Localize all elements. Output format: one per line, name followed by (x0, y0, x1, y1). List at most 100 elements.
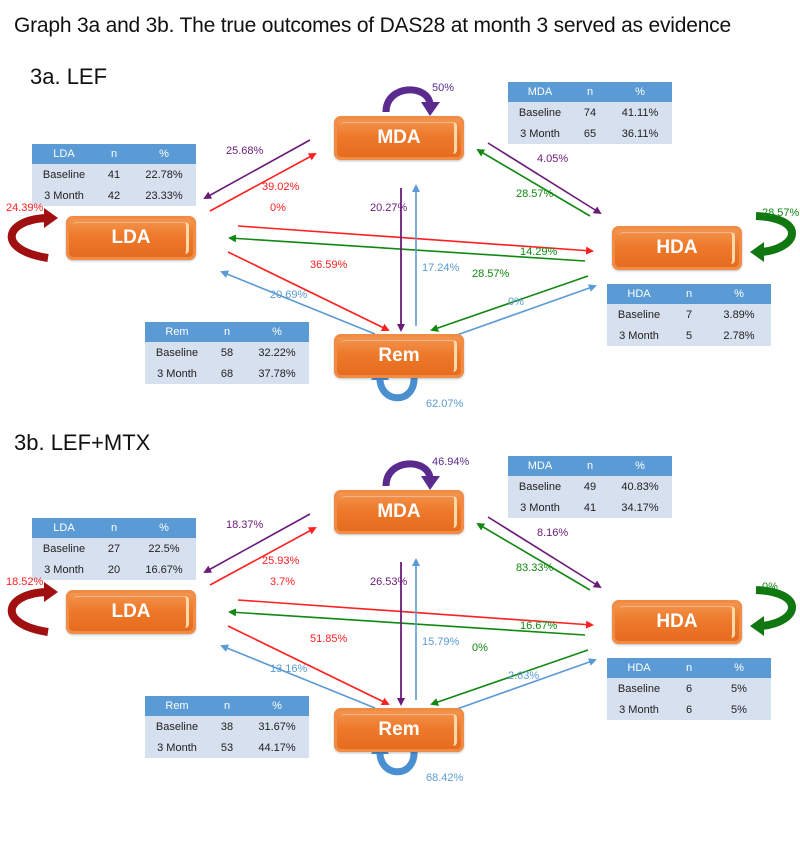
row-label: 3 Month (520, 127, 560, 140)
label-MDA-to-HDA: 4.05% (537, 153, 569, 165)
node-label: MDA (377, 501, 421, 522)
arrow-HDA-to-MDA (476, 148, 591, 217)
row-pct: 16.67% (145, 563, 183, 576)
row-pct: 32.22% (258, 346, 296, 359)
table-header-state: HDA (627, 288, 651, 300)
row-pct: 41.11% (621, 106, 659, 119)
label-HDA-to-Rem: 0% (472, 642, 488, 654)
row-label: 3 Month (44, 563, 84, 576)
self-label-MDA: 46.94% (432, 456, 470, 468)
node-label: MDA (377, 127, 421, 148)
self-loop-LDA-icon (7, 588, 49, 636)
label-LDA-to-MDA: 25.93% (262, 555, 300, 567)
row-label: Baseline (42, 168, 86, 181)
row-label: Baseline (155, 346, 199, 359)
label-HDA-to-MDA: 28.57% (516, 188, 554, 200)
self-label-MDA: 50% (432, 82, 455, 94)
row-pct: 23.33% (145, 189, 183, 202)
label-MDA-to-LDA: 18.37% (226, 519, 264, 531)
node-label: Rem (378, 345, 420, 366)
table-row: 3 Month 65 36.11% (508, 123, 672, 144)
table-header-state: HDA (627, 662, 651, 674)
state-node-MDA: MDA (334, 116, 464, 160)
table-row: 3 Month 41 34.17% (508, 497, 672, 518)
state-node-LDA: LDA (66, 590, 196, 634)
row-pct: 44.17% (258, 741, 296, 754)
label-HDA-to-LDA: 16.67% (520, 620, 558, 632)
row-n: 5 (685, 329, 693, 342)
arrow-Rem-to-HDA (439, 284, 597, 342)
arrow-LDA-to-Rem (227, 625, 390, 705)
table-row: Baseline 49 40.83% (508, 476, 672, 497)
label-Rem-to-MDA: 15.79% (422, 636, 460, 648)
table-LDA: LDA n% Baseline 41 22.78% 3 Month 42 23.33% (32, 144, 196, 206)
row-n: 38 (220, 720, 234, 733)
node-label: HDA (656, 237, 698, 258)
label-MDA-to-LDA: 25.68% (226, 145, 264, 157)
label-HDA-to-Rem: 28.57% (472, 268, 510, 280)
node-label: HDA (656, 611, 698, 632)
table-row: 3 Month 68 37.78% (145, 363, 309, 384)
self-label-Rem: 62.07% (426, 398, 464, 410)
table-header-n: n (685, 662, 693, 674)
table-header-state: LDA (53, 148, 75, 160)
state-node-HDA: HDA (612, 600, 742, 644)
state-node-HDA: HDA (612, 226, 742, 270)
self-loop-LDA-head (44, 208, 58, 228)
table-header-pct: % (272, 326, 282, 338)
label-LDA-to-Rem: 51.85% (310, 633, 348, 645)
row-label: 3 Month (619, 703, 659, 716)
table-header-state: MDA (527, 86, 553, 98)
table-header-n: n (110, 522, 118, 534)
table-row: Baseline 7 3.89% (607, 304, 771, 325)
table-header-n: n (110, 148, 118, 160)
row-n: 74 (583, 106, 597, 119)
state-node-LDA: LDA (66, 216, 196, 260)
row-pct: 37.78% (258, 367, 296, 380)
label-MDA-to-HDA: 8.16% (537, 527, 569, 539)
row-n: 65 (583, 127, 597, 140)
label-Rem-to-HDA: 2.63% (508, 670, 540, 682)
node-label: LDA (111, 601, 151, 622)
table-MDA: MDA n% Baseline 49 40.83% 3 Month 41 34.17% (508, 456, 672, 518)
table-row: 3 Month 6 5% (607, 699, 771, 720)
table-header-n: n (685, 288, 693, 300)
self-loop-HDA-head (750, 242, 764, 262)
row-pct: 36.11% (621, 127, 659, 140)
self-loop-MDA-head (421, 476, 440, 490)
self-loop-MDA-icon (382, 460, 434, 487)
table-row: 3 Month 5 2.78% (607, 325, 771, 346)
table-row: 3 Month 53 44.17% (145, 737, 309, 758)
label-LDA-to-MDA: 39.02% (262, 181, 300, 193)
table-HDA: HDA n% Baseline 6 5% 3 Month 6 5% (607, 658, 771, 720)
row-n: 6 (685, 703, 693, 716)
table-Rem: Rem n% Baseline 38 31.67% 3 Month 53 44.17% (145, 696, 309, 758)
figure-title: Graph 3a and 3b. The true outcomes of DA… (14, 14, 731, 37)
row-label: 3 Month (157, 367, 197, 380)
label-LDA-to-HDA: 0% (270, 202, 286, 214)
label-LDA-to-HDA: 3.7% (270, 576, 296, 588)
table-row: 3 Month 42 23.33% (32, 185, 196, 206)
table-LDA: LDA n% Baseline 27 22.5% 3 Month 20 16.67% (32, 518, 196, 580)
table-MDA: MDA n% Baseline 74 41.11% 3 Month 65 36.11% (508, 82, 672, 144)
table-row: Baseline 27 22.5% (32, 538, 196, 559)
row-n: 27 (107, 542, 121, 555)
arrow-HDA-to-MDA (476, 522, 591, 591)
row-n: 68 (220, 367, 234, 380)
table-header-n: n (223, 326, 231, 338)
arrow-Rem-to-HDA (439, 658, 597, 716)
row-n: 20 (107, 563, 121, 576)
state-node-Rem: Rem (334, 334, 464, 378)
self-label-LDA: 18.52% (6, 576, 44, 588)
label-LDA-to-Rem: 36.59% (310, 259, 348, 271)
self-loop-HDA-head (750, 616, 764, 636)
row-n: 6 (685, 682, 693, 695)
table-row: 3 Month 20 16.67% (32, 559, 196, 580)
label-Rem-to-MDA: 17.24% (422, 262, 460, 274)
row-n: 7 (685, 308, 693, 321)
row-pct: 34.17% (621, 501, 659, 514)
table-row: Baseline 41 22.78% (32, 164, 196, 185)
row-n: 42 (107, 189, 121, 202)
row-n: 49 (583, 480, 597, 493)
row-label: 3 Month (520, 501, 560, 514)
